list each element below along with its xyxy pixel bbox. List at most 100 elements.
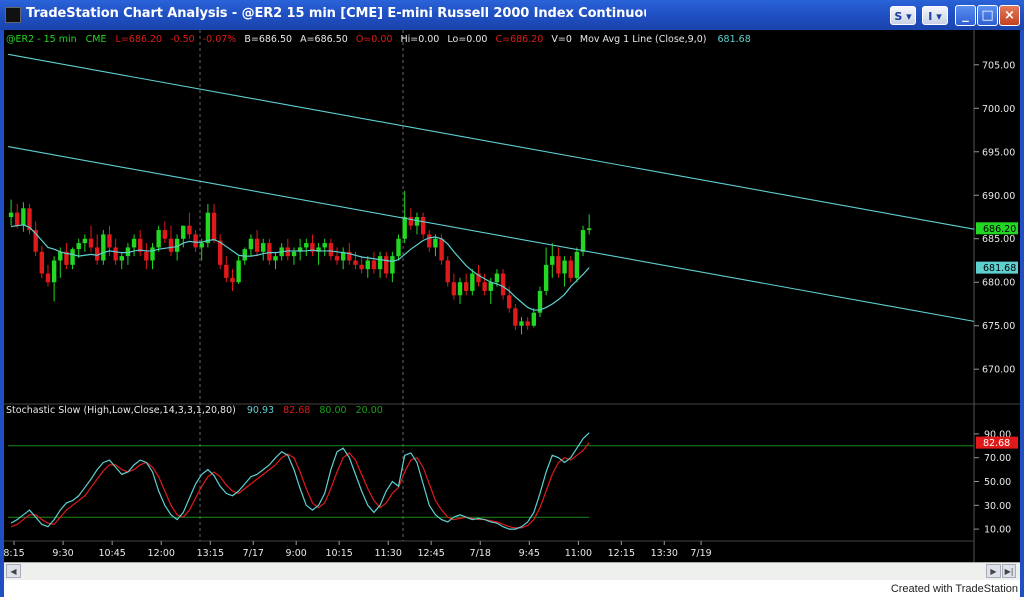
candle bbox=[285, 238, 291, 261]
price-axis-label: 700.00 bbox=[982, 104, 1015, 115]
stoch-axis-label: 50.00 bbox=[984, 477, 1011, 488]
candle bbox=[88, 225, 94, 252]
candle bbox=[334, 247, 340, 265]
candle bbox=[27, 203, 32, 235]
candle bbox=[304, 238, 309, 257]
candle bbox=[396, 234, 401, 261]
candle bbox=[513, 303, 518, 331]
candle bbox=[33, 221, 38, 257]
candle bbox=[254, 230, 260, 257]
horizontal-scrollbar[interactable]: ◀ ▶ ▶| bbox=[4, 562, 1020, 580]
candle bbox=[76, 238, 81, 258]
candle bbox=[580, 225, 586, 257]
candle bbox=[531, 308, 537, 328]
stoch-axis-label: 70.00 bbox=[984, 453, 1011, 464]
stoch-k-value: 90.93 bbox=[247, 405, 274, 416]
candle bbox=[371, 251, 377, 274]
time-axis-label: 10:15 bbox=[325, 548, 352, 559]
candle bbox=[586, 214, 592, 235]
candle bbox=[365, 256, 370, 278]
candle bbox=[236, 256, 241, 284]
candle bbox=[457, 277, 463, 304]
candle bbox=[550, 243, 555, 278]
channel-upper-line bbox=[7, 53, 975, 230]
candle bbox=[562, 256, 567, 287]
candle bbox=[463, 273, 469, 296]
ma-value: 681.68 bbox=[718, 34, 751, 45]
stoch-flag: 82.68 bbox=[983, 438, 1010, 449]
candle bbox=[125, 243, 131, 265]
candle bbox=[414, 212, 420, 235]
candle bbox=[384, 251, 389, 278]
stoch-label: Stochastic Slow (High,Low,Close,14,3,3,1… bbox=[6, 405, 236, 416]
time-axis-label: 7/19 bbox=[690, 548, 711, 559]
net-change: -0.50 bbox=[170, 34, 195, 45]
symbol-label: @ER2 - 15 min bbox=[6, 34, 77, 45]
price-header: @ER2 - 15 min CME L=686.20 -0.50 -0.07% … bbox=[6, 34, 751, 45]
symbol-link-i-button[interactable]: I ▾ bbox=[922, 6, 948, 25]
scroll-right-arrow-icon[interactable]: ▶ bbox=[986, 564, 1001, 578]
price-chart[interactable]: @ER2 - 15 min CME L=686.20 -0.50 -0.07% … bbox=[4, 30, 1020, 562]
time-axis-label: 13:15 bbox=[197, 548, 224, 559]
candle bbox=[119, 251, 124, 270]
candle bbox=[261, 238, 266, 261]
time-axis-label: 13:30 bbox=[651, 548, 678, 559]
candle bbox=[64, 243, 69, 270]
last-price-flag: 686.20 bbox=[983, 224, 1016, 235]
time-axis-label: 7/18 bbox=[470, 548, 491, 559]
stoch-axis-label: 10.00 bbox=[984, 525, 1011, 536]
tradestation-app-icon bbox=[5, 7, 21, 23]
candle bbox=[470, 269, 475, 296]
candle bbox=[273, 251, 278, 270]
s-button-label: S bbox=[894, 10, 903, 23]
candle bbox=[138, 230, 143, 257]
symbol-link-s-button[interactable]: S ▾ bbox=[890, 6, 916, 25]
candle bbox=[328, 238, 334, 261]
pct-change: -0.07% bbox=[203, 34, 237, 45]
open-price: O=0.00 bbox=[356, 34, 393, 45]
candle bbox=[39, 245, 45, 278]
scroll-end-icon[interactable]: ▶| bbox=[1002, 564, 1016, 578]
candle bbox=[310, 234, 315, 257]
time-axis-label: 12:00 bbox=[148, 548, 175, 559]
candle bbox=[556, 247, 561, 278]
candle bbox=[340, 247, 346, 270]
minimize-button[interactable]: _ bbox=[955, 5, 976, 26]
candle bbox=[193, 230, 198, 252]
maximize-button[interactable]: □ bbox=[977, 5, 998, 26]
candle bbox=[537, 286, 543, 318]
candle bbox=[156, 225, 161, 252]
close-button[interactable]: × bbox=[999, 5, 1020, 26]
stoch-d-line bbox=[10, 442, 590, 529]
price-axis-label: 680.00 bbox=[982, 278, 1015, 289]
stoch-overbought-value: 80.00 bbox=[319, 405, 346, 416]
time-axis-label: 10:45 bbox=[98, 548, 125, 559]
candle bbox=[519, 317, 524, 335]
price-axis-label: 690.00 bbox=[982, 191, 1015, 202]
candle bbox=[568, 256, 573, 283]
candle bbox=[427, 230, 432, 252]
ma-price-flag: 681.68 bbox=[983, 263, 1016, 274]
stoch-header: Stochastic Slow (High,Low,Close,14,3,3,1… bbox=[6, 405, 383, 416]
stoch-k-line bbox=[10, 432, 590, 530]
chart-area[interactable]: @ER2 - 15 min CME L=686.20 -0.50 -0.07% … bbox=[4, 30, 1020, 562]
candle bbox=[451, 273, 457, 300]
title-bar: TradeStation Chart Analysis - @ER2 15 mi… bbox=[0, 0, 1024, 30]
time-axis-label: 12:45 bbox=[417, 548, 444, 559]
candle bbox=[51, 256, 57, 302]
candle bbox=[525, 317, 530, 331]
candle bbox=[224, 256, 229, 283]
candle bbox=[291, 247, 297, 265]
low-price: Lo=0.00 bbox=[447, 34, 487, 45]
candle bbox=[500, 269, 506, 300]
candle bbox=[230, 269, 235, 291]
candle bbox=[211, 203, 217, 244]
candle bbox=[543, 247, 549, 296]
candle bbox=[82, 234, 88, 252]
time-axis-label: 11:30 bbox=[375, 548, 402, 559]
candle bbox=[322, 238, 327, 257]
candle bbox=[445, 256, 450, 287]
time-axis-label: 7/17 bbox=[243, 548, 264, 559]
price-axis-label: 675.00 bbox=[982, 321, 1015, 332]
scroll-left-arrow-icon[interactable]: ◀ bbox=[6, 564, 21, 578]
